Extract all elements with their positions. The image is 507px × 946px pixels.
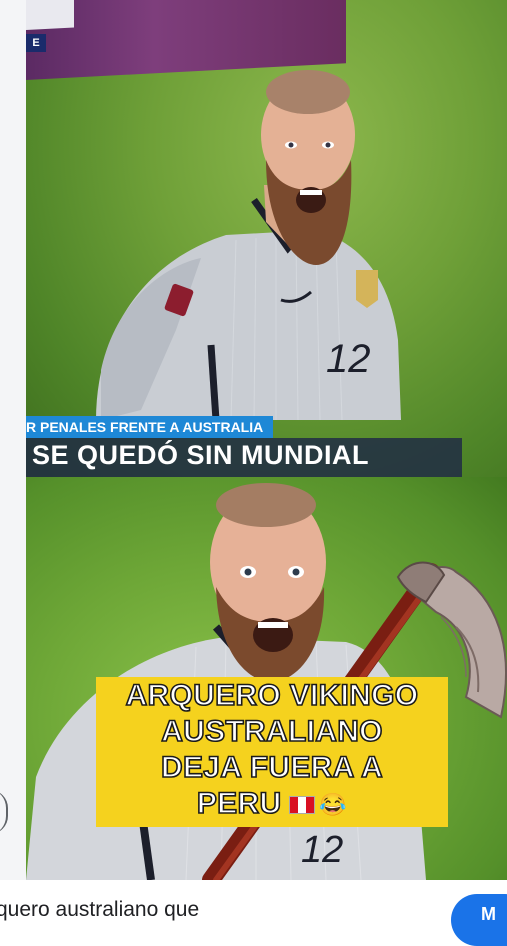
left-gutter — [0, 0, 26, 880]
peru-flag-icon — [289, 796, 316, 815]
caption-line-3: DEJA FUERA A — [160, 750, 383, 785]
headline-text: SE QUEDÓ SIN MUNDIAL — [32, 440, 370, 470]
news-ticker: R PENALES FRENTE A AUSTRALIA — [26, 416, 274, 438]
svg-text:12: 12 — [326, 337, 371, 381]
result-snippet-text[interactable]: quero australiano que — [0, 898, 199, 922]
caption-line-4: PERU 😂 — [96, 786, 448, 821]
caption-line-1: ARQUERO VIKINGO — [125, 678, 419, 713]
more-button[interactable]: M — [451, 894, 507, 946]
caption-box: ARQUERO VIKINGO AUSTRALIANO DEJA FUERA A… — [96, 677, 448, 827]
svg-text:12: 12 — [301, 829, 343, 871]
bottom-panel: 12 ARQUERO VIKINGO AUSTRALIANO DEJA FUER… — [26, 477, 507, 880]
caption-line-4-text: PERU — [196, 786, 282, 821]
meme-image[interactable]: E 12 R PENALES FRENTE A AUSTRALIA SE QUE… — [26, 0, 507, 880]
caption-line-2: AUSTRALIANO — [160, 714, 383, 749]
laughing-face-icon: 😂 — [319, 792, 348, 818]
top-panel: E 12 R PENALES FRENTE A AUSTRALIA SE QUE… — [26, 0, 507, 477]
goalkeeper-figure: 12 — [96, 70, 401, 421]
